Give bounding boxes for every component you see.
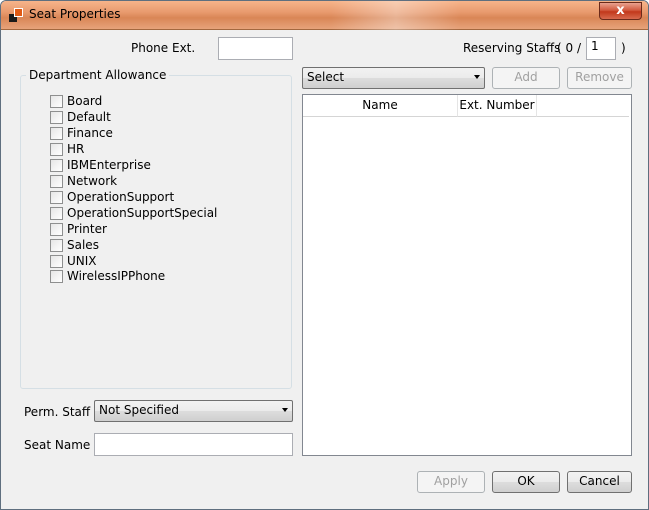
staff-list[interactable]: Name Ext. Number xyxy=(302,94,632,456)
reserving-limit-input[interactable]: 1 xyxy=(586,37,616,60)
close-icon: x xyxy=(616,3,625,18)
department-item[interactable]: Board xyxy=(50,94,102,108)
department-item[interactable]: Sales xyxy=(50,238,99,252)
department-label: OperationSupportSpecial xyxy=(67,206,218,220)
department-item[interactable]: IBMEnterprise xyxy=(50,158,151,172)
remove-staff-button[interactable]: Remove xyxy=(567,67,632,89)
phone-ext-input[interactable] xyxy=(218,37,293,60)
department-allowance-title: Department Allowance xyxy=(26,68,170,82)
seat-properties-dialog: Seat Properties x Phone Ext. Reserving S… xyxy=(0,0,649,510)
checkbox-operationsupportspecial[interactable] xyxy=(50,206,63,220)
phone-ext-label: Phone Ext. xyxy=(131,41,196,55)
reserving-count-open: ( 0 / xyxy=(557,41,581,55)
cancel-button[interactable]: Cancel xyxy=(567,471,632,493)
chevron-down-icon xyxy=(474,75,480,79)
staff-select-dropdown[interactable]: Select xyxy=(302,67,485,89)
checkbox-hr[interactable] xyxy=(50,142,63,156)
department-label: Printer xyxy=(67,222,107,236)
department-label: IBMEnterprise xyxy=(67,158,151,172)
ok-button[interactable]: OK xyxy=(492,471,560,493)
department-item[interactable]: Network xyxy=(50,174,117,188)
seat-name-input[interactable] xyxy=(94,433,293,456)
add-staff-button[interactable]: Add xyxy=(492,67,560,89)
department-item[interactable]: OperationSupportSpecial xyxy=(50,206,217,220)
perm-staff-value: Not Specified xyxy=(99,403,179,417)
reserving-staffs-label: Reserving Staffs xyxy=(463,41,561,55)
checkbox-wirelessipphone[interactable] xyxy=(50,269,63,283)
department-item[interactable]: HR xyxy=(50,142,84,156)
department-label: Default xyxy=(67,110,111,124)
checkbox-network[interactable] xyxy=(50,174,63,188)
department-item[interactable]: WirelessIPPhone xyxy=(50,269,165,283)
checkbox-printer[interactable] xyxy=(50,222,63,236)
seat-name-label: Seat Name xyxy=(24,438,91,452)
department-label: Board xyxy=(67,94,103,108)
checkbox-unix[interactable] xyxy=(50,254,63,268)
department-item[interactable]: Finance xyxy=(50,126,113,140)
staff-select-value: Select xyxy=(307,70,345,84)
checkbox-board[interactable] xyxy=(50,94,63,108)
department-item[interactable]: Default xyxy=(50,110,111,124)
checkbox-ibmenterprise[interactable] xyxy=(50,158,63,172)
department-label: UNIX xyxy=(67,254,97,268)
title-bar-glare xyxy=(331,1,461,30)
title-bar[interactable]: Seat Properties x xyxy=(1,1,648,30)
perm-staff-dropdown[interactable]: Not Specified xyxy=(94,400,293,422)
perm-staff-label: Perm. Staff xyxy=(24,405,91,419)
column-header-filler xyxy=(537,95,629,117)
department-label: OperationSupport xyxy=(67,190,175,204)
department-label: HR xyxy=(67,142,85,156)
close-button[interactable]: x xyxy=(599,2,642,20)
department-label: Network xyxy=(67,174,118,188)
chevron-down-icon xyxy=(282,408,288,412)
department-item[interactable]: OperationSupport xyxy=(50,190,174,204)
checkbox-sales[interactable] xyxy=(50,238,63,252)
department-label: Sales xyxy=(67,238,99,252)
department-item[interactable]: Printer xyxy=(50,222,107,236)
checkbox-default[interactable] xyxy=(50,110,63,124)
app-icon xyxy=(9,8,23,22)
window-title: Seat Properties xyxy=(29,7,121,21)
reserving-count-close: ) xyxy=(621,41,626,55)
department-item[interactable]: UNIX xyxy=(50,254,97,268)
department-label: WirelessIPPhone xyxy=(67,269,166,283)
checkbox-operationsupport[interactable] xyxy=(50,190,63,204)
apply-button[interactable]: Apply xyxy=(417,471,485,493)
staff-list-header: Name Ext. Number xyxy=(303,95,631,117)
checkbox-finance[interactable] xyxy=(50,126,63,140)
department-label: Finance xyxy=(67,126,113,140)
column-header-name[interactable]: Name xyxy=(303,95,458,117)
column-header-ext-number[interactable]: Ext. Number xyxy=(458,95,537,117)
